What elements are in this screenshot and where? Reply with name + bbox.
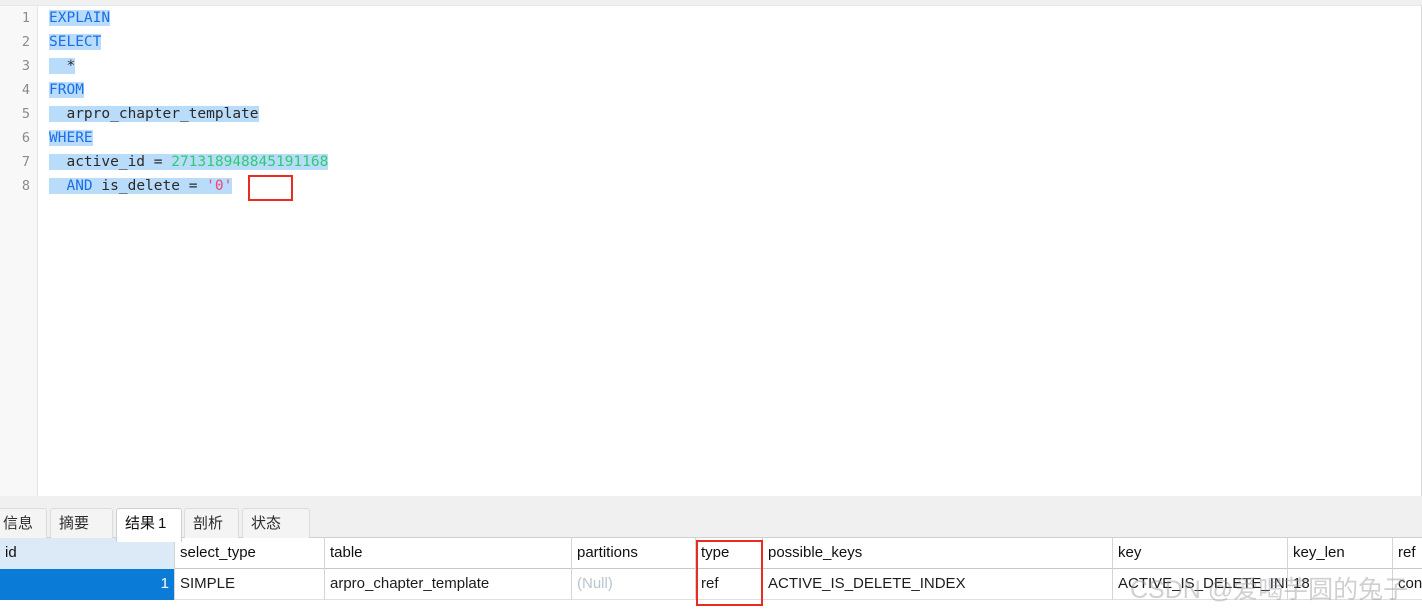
sql-token-plain <box>49 178 66 194</box>
editor-line-number-gutter: 1 2 3 4 5 6 7 8 <box>0 6 38 496</box>
grid-cell-table[interactable]: arpro_chapter_template <box>325 569 572 600</box>
result-tab[interactable]: 剖析 <box>184 508 239 538</box>
line-number: 3 <box>21 58 30 74</box>
grid-header-row[interactable]: id select_type table partitions type possible… <box>0 538 1422 569</box>
result-tab[interactable]: 信息 <box>0 508 47 538</box>
code-line[interactable]: FROM <box>49 78 1421 102</box>
explain-result-grid[interactable]: id select_type table partitions type possible… <box>0 538 1422 612</box>
sql-token-plain: is_delete = <box>92 178 207 194</box>
sql-editor-pane[interactable]: 1 2 3 4 5 6 7 8 EXPLAIN SELECT * FROM arpro_chapt… <box>0 6 1422 496</box>
grid-column-header-select_type[interactable]: select_type <box>175 538 325 569</box>
sql-token-plain: * <box>49 58 76 74</box>
line-number: 5 <box>21 106 30 122</box>
sql-token-plain: active_id = <box>49 154 172 170</box>
grid-cell-key_len[interactable]: 18 <box>1288 569 1393 600</box>
table-row[interactable]: 1 SIMPLE arpro_chapter_template (Null) ref AC… <box>0 569 1422 600</box>
code-line[interactable]: EXPLAIN <box>49 6 1421 30</box>
selected-text-span: FROM <box>49 82 84 98</box>
result-tab[interactable]: 摘要 <box>50 508 113 538</box>
selected-text-span: arpro_chapter_template <box>49 106 259 122</box>
sql-token-kw: AND <box>66 178 93 194</box>
pane-splitter[interactable] <box>0 496 1422 505</box>
line-number: 1 <box>21 10 30 26</box>
grid-column-header-id[interactable]: id <box>0 538 175 569</box>
grid-column-header-possible_keys[interactable]: possible_keys <box>763 538 1113 569</box>
code-line[interactable]: arpro_chapter_template <box>49 102 1421 126</box>
result-tab-count: 1 <box>158 515 167 532</box>
result-tab[interactable]: 结果 1 <box>116 508 182 542</box>
line-number: 8 <box>21 178 30 194</box>
grid-column-header-key_len[interactable]: key_len <box>1288 538 1393 569</box>
selected-text-span: AND is_delete = '0' <box>49 178 233 194</box>
sql-code-area[interactable]: EXPLAIN SELECT * FROM arpro_chapter_templa… <box>39 6 1421 496</box>
line-number: 6 <box>21 130 30 146</box>
navicat-explain-window: 1 2 3 4 5 6 7 8 EXPLAIN SELECT * FROM arpro_chapt… <box>0 0 1422 612</box>
sql-token-kw: FROM <box>49 82 84 98</box>
sql-token-num: 271318948845191168 <box>171 154 329 170</box>
code-line[interactable]: SELECT <box>49 30 1421 54</box>
code-line[interactable]: WHERE <box>49 126 1421 150</box>
grid-cell-type[interactable]: ref <box>696 569 763 600</box>
grid-cell-id[interactable]: 1 <box>0 569 175 600</box>
sql-token-kw: SELECT <box>49 34 102 50</box>
grid-column-header-table[interactable]: table <box>325 538 572 569</box>
sql-token-str: '0' <box>206 178 233 194</box>
code-line[interactable]: * <box>49 54 1421 78</box>
result-tab-label: 信息 <box>3 515 34 532</box>
result-tab-label: 结果 <box>125 515 156 532</box>
result-tab-label: 状态 <box>251 515 282 532</box>
code-line[interactable]: AND is_delete = '0' <box>49 174 1421 198</box>
selected-text-span: active_id = 271318948845191168 <box>49 154 329 170</box>
result-tab-label: 剖析 <box>193 515 224 532</box>
line-number: 7 <box>21 154 30 170</box>
sql-token-plain: arpro_chapter_template <box>49 106 259 122</box>
selected-text-span: EXPLAIN <box>49 10 111 26</box>
code-line[interactable]: active_id = 271318948845191168 <box>49 150 1421 174</box>
grid-cell-possible_keys[interactable]: ACTIVE_IS_DELETE_INDEX <box>763 569 1113 600</box>
result-tab[interactable]: 状态 <box>242 508 310 538</box>
selected-text-span: WHERE <box>49 130 93 146</box>
selected-text-span: * <box>49 58 76 74</box>
grid-column-header-ref[interactable]: ref <box>1393 538 1422 569</box>
sql-token-kw: WHERE <box>49 130 93 146</box>
grid-cell-ref[interactable]: const <box>1393 569 1422 600</box>
line-number: 2 <box>21 34 30 50</box>
sql-token-kw: EXPLAIN <box>49 10 111 26</box>
selected-text-span: SELECT <box>49 34 102 50</box>
grid-cell-partitions[interactable]: (Null) <box>572 569 696 600</box>
line-number: 4 <box>21 82 30 98</box>
grid-column-header-type[interactable]: type <box>696 538 763 569</box>
grid-cell-select_type[interactable]: SIMPLE <box>175 569 325 600</box>
grid-column-header-partitions[interactable]: partitions <box>572 538 696 569</box>
result-tab-label: 摘要 <box>59 515 90 532</box>
result-tab-bar[interactable]: 信息 摘要 结果 1 剖析 状态 <box>0 505 1422 542</box>
grid-column-header-key[interactable]: key <box>1113 538 1288 569</box>
grid-cell-key[interactable]: ACTIVE_IS_DELETE_INDEX <box>1113 569 1288 600</box>
